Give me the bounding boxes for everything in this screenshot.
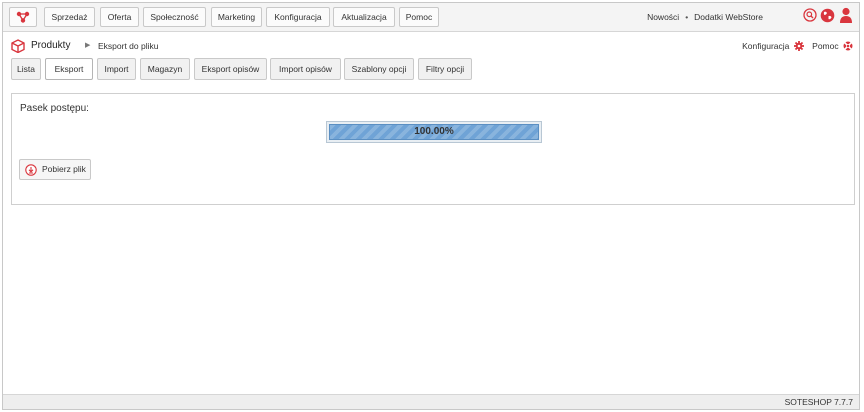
logo-icon [16,11,30,23]
progress-value: 100.00% [414,126,454,137]
version-label: SOTESHOP 7.7.7 [784,397,853,407]
tab-eksport-opisow[interactable]: Eksport opisów [194,58,267,80]
progress-label: Pasek postępu: [20,103,89,114]
search-icon[interactable] [803,8,817,22]
download-file-button[interactable]: Pobierz plik [19,159,91,180]
tab-import[interactable]: Import [97,58,136,80]
news-link[interactable]: Nowości [647,12,679,22]
globe-icon[interactable] [820,8,835,23]
webstore-link[interactable]: Dodatki WebStore [694,12,763,22]
gear-icon[interactable] [793,41,804,51]
download-icon [25,164,37,176]
package-icon [11,39,25,53]
help-link[interactable]: Pomoc [812,41,838,51]
download-file-label: Pobierz plik [42,164,86,174]
top-icons [803,7,855,26]
nav-spolecznosc-button[interactable]: Społeczność [143,7,206,27]
tab-eksport[interactable]: Eksport [45,58,93,80]
tab-import-opisow[interactable]: Import opisów [270,58,341,80]
breadcrumb-products-link[interactable]: Produkty [31,38,70,54]
nav-oferta-button[interactable]: Oferta [100,7,139,27]
progress-bar: 100.00% [326,121,542,143]
link-separator: • [685,12,689,22]
nav-aktualizacja-button[interactable]: Aktualizacja [333,7,395,27]
config-link[interactable]: Konfiguracja [742,41,789,51]
tab-filtry-opcji[interactable]: Filtry opcji [418,58,472,80]
user-icon[interactable] [839,7,853,24]
app-window: Sprzedaż Oferta Społeczność Marketing Ko… [2,2,860,410]
nav-marketing-button[interactable]: Marketing [211,7,262,27]
top-navbar: Sprzedaż Oferta Społeczność Marketing Ko… [3,3,859,32]
progress-track: 100.00% [329,124,539,140]
help-lifebuoy-icon[interactable] [843,41,853,51]
breadcrumb-current: Eksport do pliku [98,41,159,51]
nav-pomoc-button[interactable]: Pomoc [399,7,439,27]
tab-lista[interactable]: Lista [11,58,41,80]
nav-konfiguracja-button[interactable]: Konfiguracja [266,7,330,27]
top-links: Nowości • Dodatki WebStore [647,3,763,32]
export-panel: Pasek postępu: 100.00% Pobierz plik [11,93,855,205]
footer: SOTESHOP 7.7.7 [3,394,859,409]
header-right-links: Konfiguracja Pomoc [742,38,853,54]
tab-magazyn[interactable]: Magazyn [140,58,190,80]
breadcrumb-arrow-icon: ▶ [85,42,91,49]
home-logo-button[interactable] [9,7,37,27]
nav-sprzedaz-button[interactable]: Sprzedaż [44,7,95,27]
tab-szablony-opcji[interactable]: Szablony opcji [344,58,414,80]
